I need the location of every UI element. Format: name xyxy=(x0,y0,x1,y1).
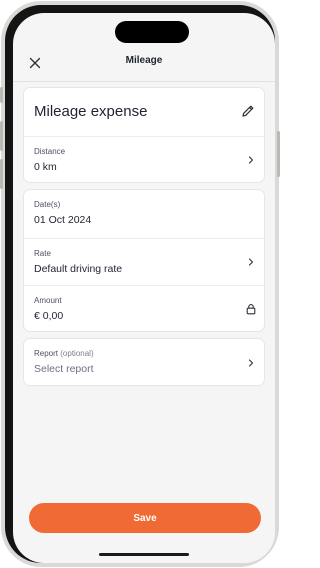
expense-card: Mileage expense Distance 0 km xyxy=(23,87,265,183)
date-row[interactable]: Date(s) 01 Oct 2024 xyxy=(24,190,264,238)
report-optional-text: (optional) xyxy=(60,349,94,358)
top-bar: Mileage xyxy=(13,45,275,82)
report-card[interactable]: Report (optional) Select report xyxy=(23,338,265,386)
distance-row[interactable]: Distance 0 km xyxy=(24,137,264,183)
rate-label: Rate xyxy=(34,249,51,258)
report-select-placeholder: Select report xyxy=(34,363,94,375)
power-button xyxy=(277,131,280,177)
distance-label: Distance xyxy=(34,147,66,156)
chevron-right-icon xyxy=(248,258,254,266)
action-button xyxy=(0,87,3,103)
app-screen: Mileage Mileage expense Distance 0 km Da… xyxy=(13,13,275,563)
volume-down-button xyxy=(0,159,3,189)
dynamic-island xyxy=(115,21,189,43)
home-indicator xyxy=(99,553,189,556)
details-card: Date(s) 01 Oct 2024 Rate Default driving… xyxy=(23,189,265,332)
distance-value: 0 km xyxy=(34,161,57,173)
chevron-right-icon xyxy=(248,156,254,164)
date-label: Date(s) xyxy=(34,200,61,209)
expense-title: Mileage expense xyxy=(34,103,148,120)
report-label: Report (optional) xyxy=(34,349,94,358)
report-label-text: Report xyxy=(34,349,59,358)
volume-up-button xyxy=(0,121,3,151)
header-divider xyxy=(13,81,275,82)
amount-label: Amount xyxy=(34,296,62,305)
lock-icon xyxy=(246,304,256,315)
save-button[interactable]: Save xyxy=(29,503,261,533)
pencil-icon[interactable] xyxy=(240,103,256,119)
page-title: Mileage xyxy=(125,55,163,66)
amount-row: Amount € 0,00 xyxy=(24,286,264,332)
rate-value: Default driving rate xyxy=(34,263,123,275)
date-value: 01 Oct 2024 xyxy=(34,214,92,226)
amount-value: € 0,00 xyxy=(34,310,64,322)
chevron-right-icon xyxy=(248,359,254,367)
phone-frame: Mileage Mileage expense Distance 0 km Da… xyxy=(0,1,280,567)
rate-row[interactable]: Rate Default driving rate xyxy=(24,239,264,285)
phone-bezel: Mileage Mileage expense Distance 0 km Da… xyxy=(5,5,275,563)
